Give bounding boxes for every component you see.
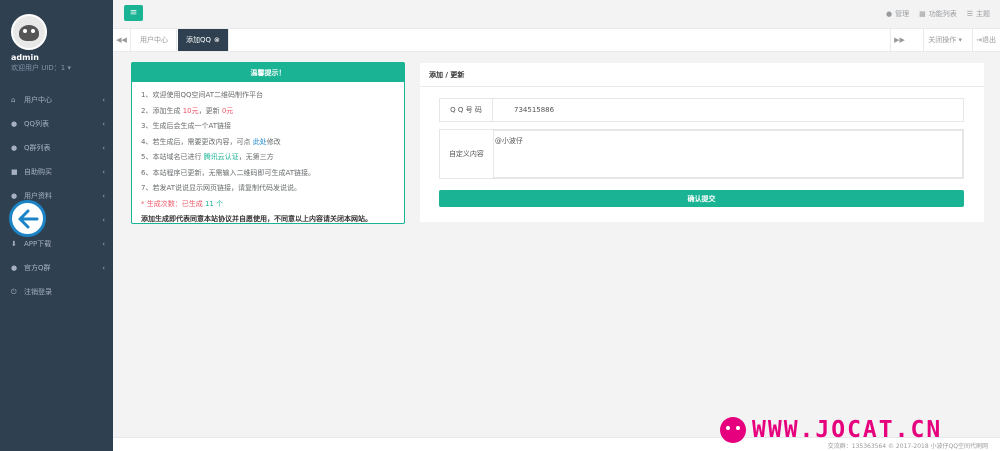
sidebar-item-group-list[interactable]: ● Q群列表 ‹ — [0, 136, 113, 160]
hamburger-icon: ≡ — [129, 8, 138, 18]
generation-count: * 生成次数：已生成 11 个 — [141, 199, 224, 208]
tip-line: 7、若发AT说说显示网页链接，请复制代码发说说。 — [141, 184, 301, 192]
double-chevron-left-icon: ◀◀ — [116, 36, 127, 44]
avatar[interactable] — [11, 14, 47, 50]
agreement-notice: 添加生成即代表同意本站协议并自愿使用，不同意以上内容请关闭本网站。 — [141, 215, 372, 223]
sidebar-item-official-group[interactable]: ● 官方Q群 ‹ — [0, 256, 113, 280]
chevron-left-icon: ‹ — [102, 96, 105, 104]
user-uid-dropdown[interactable]: 欢迎用户 UID：1 ▾ — [11, 63, 113, 73]
tab-scroll-left-button[interactable]: ◀◀ — [113, 29, 131, 51]
sidebar-item-label: APP下载 — [24, 240, 52, 248]
sidebar-item-logout[interactable]: ⏻ 注销登录 — [0, 280, 113, 304]
arrow-left-icon — [18, 209, 38, 228]
sidebar-item-user-center[interactable]: ⌂ 用户中心 ‹ — [0, 88, 113, 112]
close-icon[interactable]: ⊗ — [214, 36, 220, 44]
sidebar: admin 欢迎用户 UID：1 ▾ ⌂ 用户中心 ‹ ● QQ列表 ‹ ● Q… — [0, 0, 113, 451]
tip-line: 1、欢迎使用QQ空间AT二维码制作平台 — [141, 91, 263, 99]
sidebar-item-label: 官方Q群 — [24, 264, 51, 272]
list-icon: ☰ — [966, 10, 973, 18]
sidebar-item-label: QQ列表 — [24, 120, 50, 128]
profile: admin 欢迎用户 UID：1 ▾ — [0, 0, 113, 82]
custom-content-textarea[interactable]: @小波仔 — [492, 130, 963, 178]
tips-body: 1、欢迎使用QQ空间AT二维码制作平台 2、添加生成 10元，更新 0元 3、生… — [132, 82, 404, 234]
sidebar-item-qq-list[interactable]: ● QQ列表 ‹ — [0, 112, 113, 136]
group-icon: ● — [11, 144, 18, 152]
watermark-text: WWW.JOCAT.CN — [752, 417, 943, 443]
sidebar-item-label: Q群列表 — [24, 144, 51, 152]
custom-content-row: 自定义内容 @小波仔 — [439, 129, 964, 179]
chevron-left-icon: ‹ — [102, 144, 105, 152]
cart-icon: ■ — [11, 168, 18, 176]
cat-logo-icon — [720, 417, 746, 443]
chevron-left-icon: ‹ — [102, 192, 105, 200]
close-operations-dropdown[interactable]: 关闭操作 ▾ — [923, 29, 966, 51]
sidebar-item-label: 注销登录 — [24, 288, 52, 296]
top-right-links: ● 管理 ▦ 功能列表 ☰ 主题 — [886, 9, 990, 19]
sidebar-item-self-purchase[interactable]: ■ 自助购买 ‹ — [0, 160, 113, 184]
tips-title: 温馨提示！ — [132, 63, 404, 82]
qq-number-row: Q Q 号 码 — [439, 98, 964, 122]
chevron-left-icon: ‹ — [102, 168, 105, 176]
edit-here-link[interactable]: 此处 — [253, 138, 267, 146]
tab-add-qq[interactable]: 添加QQ ⊗ — [178, 29, 229, 51]
chevron-left-icon: ‹ — [102, 120, 105, 128]
sidebar-item-app-download[interactable]: ⬇ APP下载 ‹ — [0, 232, 113, 256]
exit-button[interactable]: ⇥ 退出 — [972, 29, 996, 51]
form-panel: 添加 / 更新 Q Q 号 码 自定义内容 @小波仔 确认提交 — [420, 63, 984, 222]
topbar: ≡ ● 管理 ▦ 功能列表 ☰ 主题 — [113, 0, 1000, 29]
theme-link[interactable]: ☰ 主题 — [967, 9, 990, 19]
double-chevron-right-icon: ▶▶ — [894, 36, 905, 44]
form-title: 添加 / 更新 — [420, 63, 984, 87]
function-list-link[interactable]: ▦ 功能列表 — [919, 9, 957, 19]
custom-content-label: 自定义内容 — [440, 130, 493, 178]
sidebar-item-label: 用户中心 — [24, 96, 52, 104]
logout-icon: ⏻ — [11, 287, 17, 296]
user-icon: ● — [11, 120, 18, 128]
tip-line: 3、生成后会生成一个AT链接 — [141, 122, 231, 130]
grid-icon: ▦ — [919, 10, 926, 18]
download-icon: ⬇ — [11, 240, 17, 248]
tip-line: 5、本站域名已进行 腾讯云认证，无第三方 — [141, 153, 274, 161]
chevron-left-icon: ‹ — [102, 216, 105, 224]
tab-user-center[interactable]: 用户中心 — [132, 29, 177, 51]
tip-line: 4、若生成后，需要更改内容，可点 此处修改 — [141, 137, 281, 146]
profile-icon: ● — [11, 192, 18, 200]
tips-panel: 温馨提示！ 1、欢迎使用QQ空间AT二维码制作平台 2、添加生成 10元，更新 … — [131, 62, 405, 224]
watermark: WWW.JOCAT.CN — [720, 417, 942, 443]
username: admin — [11, 53, 39, 62]
qq-number-input[interactable] — [493, 99, 963, 121]
home-icon: ⌂ — [11, 96, 16, 104]
tab-scroll-right-button[interactable]: ▶▶ — [890, 29, 908, 51]
qq-number-label: Q Q 号 码 — [440, 99, 493, 121]
manage-link[interactable]: ● 管理 — [886, 9, 909, 19]
chevron-left-icon: ‹ — [102, 240, 105, 248]
chevron-left-icon: ‹ — [102, 264, 105, 272]
user-icon: ● — [885, 10, 893, 18]
back-button[interactable] — [9, 200, 46, 237]
submit-button[interactable]: 确认提交 — [439, 190, 964, 207]
tip-line: 6、本站程序已更新，无需输入二维码即可生成AT链接。 — [141, 168, 315, 177]
tab-bar: ◀◀ 用户中心 添加QQ ⊗ ▶▶ 关闭操作 ▾ ⇥ 退出 — [113, 29, 1000, 52]
users-icon: ● — [11, 264, 18, 272]
tip-line: 2、添加生成 10元，更新 0元 — [141, 106, 234, 115]
menu-toggle-button[interactable]: ≡ — [124, 5, 143, 21]
sidebar-item-label: 自助购买 — [24, 168, 52, 176]
